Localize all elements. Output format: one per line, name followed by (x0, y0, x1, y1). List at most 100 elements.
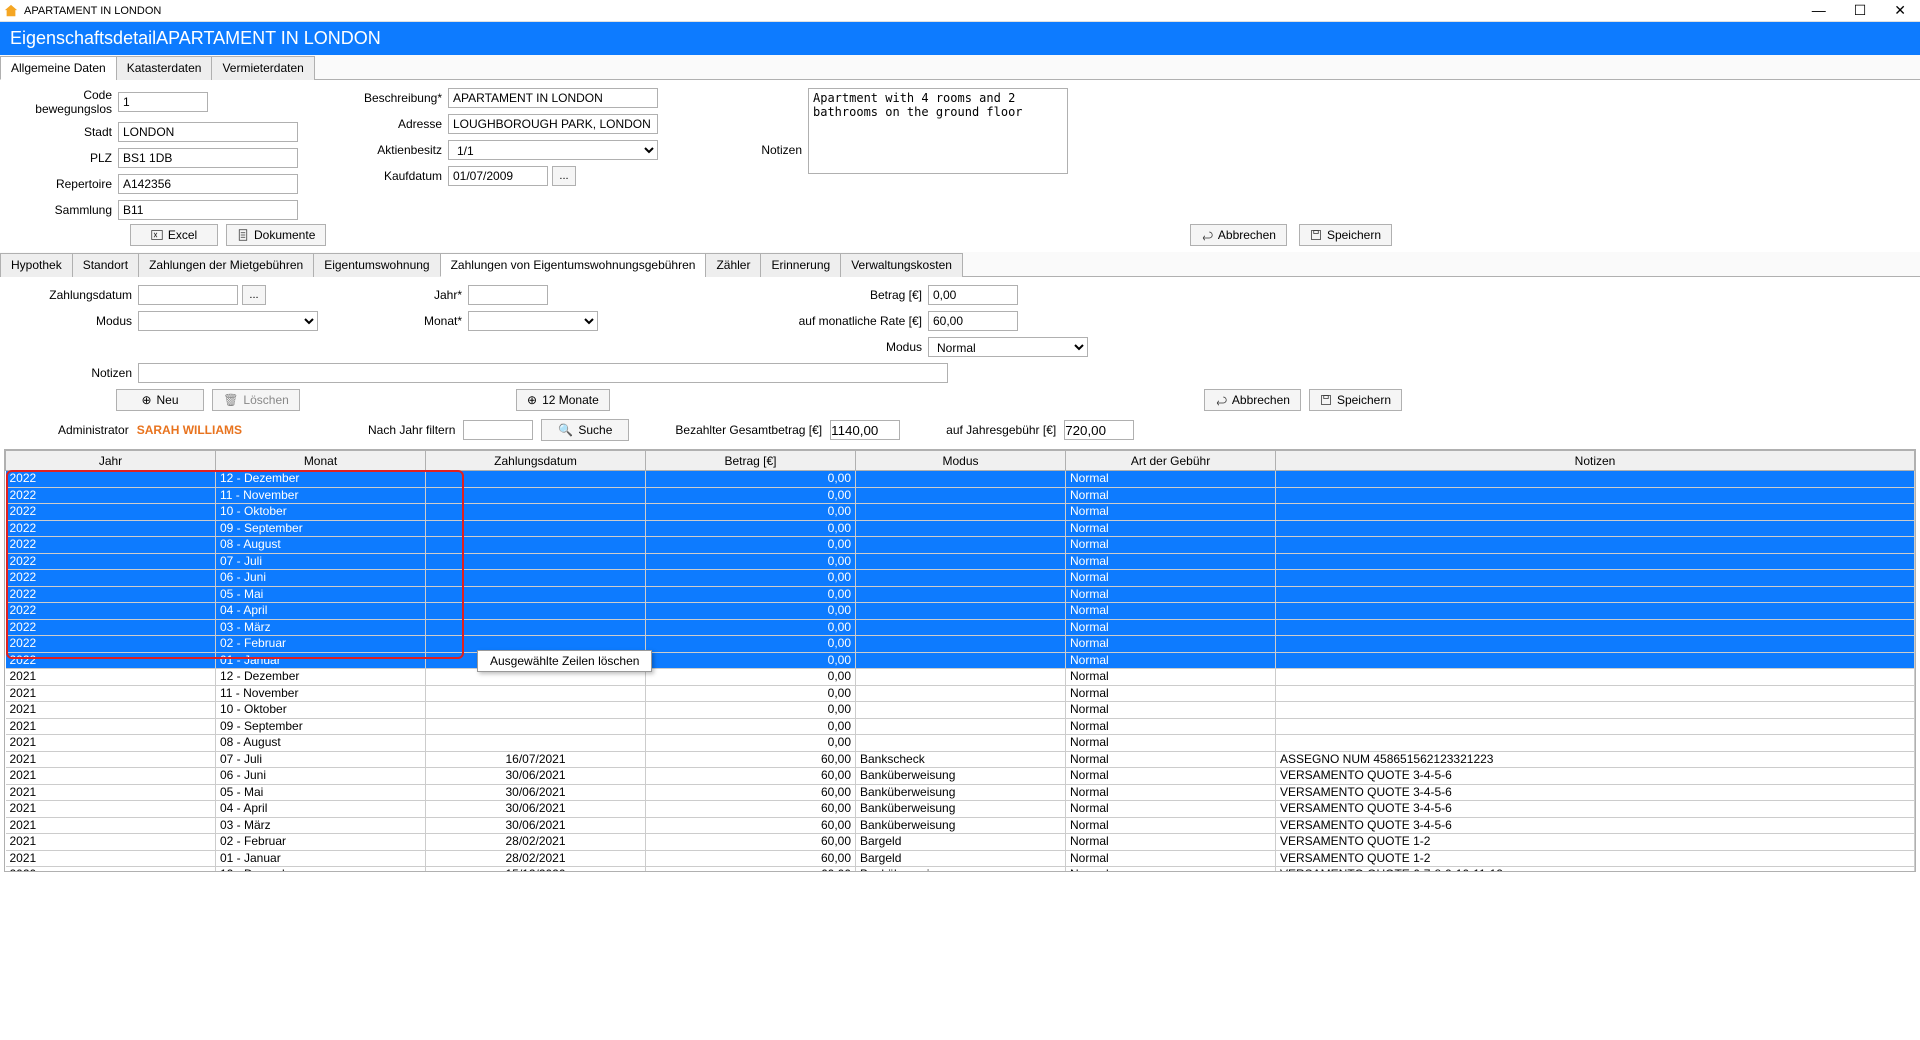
monrate-input[interactable] (928, 311, 1018, 331)
zahlungsdatum-picker-button[interactable]: ... (242, 285, 266, 305)
beschreibung-input[interactable] (448, 88, 658, 108)
table-row[interactable]: 202112 - Dezember0,00Normal (6, 669, 1915, 686)
cell: 0,00 (646, 487, 856, 504)
annual-input[interactable] (1064, 420, 1134, 440)
betrag-input[interactable] (928, 285, 1018, 305)
column-header[interactable]: Betrag [€] (646, 451, 856, 471)
cell: VERSAMENTO QUOTE 3-4-5-6 (1276, 801, 1915, 818)
column-header[interactable]: Art der Gebühr (1066, 451, 1276, 471)
table-row[interactable]: 202205 - Mai0,00Normal (6, 586, 1915, 603)
window-title: APARTAMENT IN LONDON (24, 5, 161, 17)
column-header[interactable]: Zahlungsdatum (426, 451, 646, 471)
repertoire-input[interactable] (118, 174, 298, 194)
table-row[interactable]: 202101 - Januar28/02/202160,00BargeldNor… (6, 850, 1915, 867)
table-row[interactable]: 202203 - März0,00Normal (6, 619, 1915, 636)
cell: 2021 (6, 801, 216, 818)
modus2-select[interactable]: Normal (928, 337, 1088, 357)
adresse-input[interactable] (448, 114, 658, 134)
column-header[interactable]: Monat (216, 451, 426, 471)
cell (856, 603, 1066, 620)
sub-tab-6[interactable]: Erinnerung (760, 253, 841, 277)
maximize-button[interactable]: ☐ (1854, 2, 1867, 19)
cell: 2021 (6, 768, 216, 785)
date-picker-button[interactable]: ... (552, 166, 576, 186)
table-scroll[interactable]: JahrMonatZahlungsdatumBetrag [€]ModusArt… (5, 450, 1915, 871)
zwoelf-monate-button[interactable]: ⊕12 Monate (516, 389, 610, 411)
sub-notizen-input[interactable] (138, 363, 948, 383)
excel-button[interactable]: Excel (130, 224, 218, 246)
table-row[interactable]: 202201 - Januar0,00Normal (6, 652, 1915, 669)
neu-button[interactable]: ⊕Neu (116, 389, 204, 411)
sammlung-input[interactable] (118, 200, 298, 220)
jahr-input[interactable] (468, 285, 548, 305)
context-menu-delete-rows[interactable]: Ausgewählte Zeilen löschen (477, 650, 652, 672)
table-row[interactable]: 202102 - Februar28/02/202160,00BargeldNo… (6, 834, 1915, 851)
main-tab-2[interactable]: Vermieterdaten (211, 56, 314, 80)
table-row[interactable]: 202110 - Oktober0,00Normal (6, 702, 1915, 719)
column-header[interactable]: Jahr (6, 451, 216, 471)
sub-abbrechen-button[interactable]: Abbrechen (1204, 389, 1301, 411)
sub-tab-5[interactable]: Zähler (705, 253, 761, 277)
kaufdatum-input[interactable] (448, 166, 548, 186)
close-button[interactable]: ✕ (1894, 2, 1906, 19)
cell: 0,00 (646, 537, 856, 554)
sub-speichern-button[interactable]: Speichern (1309, 389, 1402, 411)
sub-tab-1[interactable]: Standort (72, 253, 139, 277)
table-row[interactable]: 202206 - Juni0,00Normal (6, 570, 1915, 587)
table-row[interactable]: 202109 - September0,00Normal (6, 718, 1915, 735)
table-row[interactable]: 202106 - Juni30/06/202160,00Banküberweis… (6, 768, 1915, 785)
loeschen-button[interactable]: 🗑Löschen (212, 389, 300, 411)
cell: 0,00 (646, 471, 856, 488)
table-row[interactable]: 202208 - August0,00Normal (6, 537, 1915, 554)
abbrechen-button[interactable]: Abbrechen (1190, 224, 1287, 246)
zahlungsdatum-input[interactable] (138, 285, 238, 305)
table-row[interactable]: 202107 - Juli16/07/202160,00BankscheckNo… (6, 751, 1915, 768)
table-row[interactable]: 202108 - August0,00Normal (6, 735, 1915, 752)
modus-select[interactable] (138, 311, 318, 331)
main-tab-1[interactable]: Katasterdaten (116, 56, 213, 80)
titlebar: APARTAMENT IN LONDON — ☐ ✕ (0, 0, 1920, 22)
yearfilter-input[interactable] (463, 420, 533, 440)
column-header[interactable]: Modus (856, 451, 1066, 471)
cell: 2022 (6, 619, 216, 636)
city-input[interactable] (118, 122, 298, 142)
monat-select[interactable] (468, 311, 598, 331)
table-row[interactable]: 202103 - März30/06/202160,00Banküberweis… (6, 817, 1915, 834)
cell (1276, 636, 1915, 653)
minimize-button[interactable]: — (1812, 2, 1826, 19)
speichern-button[interactable]: Speichern (1299, 224, 1392, 246)
main-tab-0[interactable]: Allgemeine Daten (0, 56, 117, 80)
table-row[interactable]: 202105 - Mai30/06/202160,00Banküberweisu… (6, 784, 1915, 801)
cell: 15/12/2020 (426, 867, 646, 872)
table-row[interactable]: 202012 - Dezember15/12/202060,00Banküber… (6, 867, 1915, 872)
table-row[interactable]: 202111 - November0,00Normal (6, 685, 1915, 702)
sub-tab-0[interactable]: Hypothek (0, 253, 73, 277)
table-row[interactable]: 202212 - Dezember0,00Normal (6, 471, 1915, 488)
table-row[interactable]: 202204 - April0,00Normal (6, 603, 1915, 620)
cell (856, 718, 1066, 735)
cell: 01 - Januar (216, 652, 426, 669)
notizen-textarea[interactable] (808, 88, 1068, 174)
dokumente-button[interactable]: Dokumente (226, 224, 326, 246)
cell: 60,00 (646, 850, 856, 867)
table-row[interactable]: 202207 - Juli0,00Normal (6, 553, 1915, 570)
plz-input[interactable] (118, 148, 298, 168)
table-row[interactable]: 202104 - April30/06/202160,00Banküberwei… (6, 801, 1915, 818)
suche-button[interactable]: 🔍Suche (541, 419, 629, 441)
sub-tab-2[interactable]: Zahlungen der Mietgebühren (138, 253, 314, 277)
cell: 2022 (6, 570, 216, 587)
table-row[interactable]: 202209 - September0,00Normal (6, 520, 1915, 537)
aktienbesitz-select[interactable]: 1/1 (448, 140, 658, 160)
code-input[interactable] (118, 92, 208, 112)
table-row[interactable]: 202202 - Februar0,00Normal (6, 636, 1915, 653)
sub-tab-3[interactable]: Eigentumswohnung (313, 253, 440, 277)
cell: VERSAMENTO QUOTE 3-4-5-6 (1276, 784, 1915, 801)
sub-tab-4[interactable]: Zahlungen von Eigentumswohnungsgebühren (440, 253, 707, 277)
table-row[interactable]: 202210 - Oktober0,00Normal (6, 504, 1915, 521)
sub-tab-7[interactable]: Verwaltungskosten (840, 253, 963, 277)
total-input[interactable] (830, 420, 900, 440)
annual-label: auf Jahresgebühr [€] (946, 423, 1056, 437)
table-row[interactable]: 202211 - November0,00Normal (6, 487, 1915, 504)
column-header[interactable]: Notizen (1276, 451, 1915, 471)
modus2-label: Modus (768, 340, 928, 354)
